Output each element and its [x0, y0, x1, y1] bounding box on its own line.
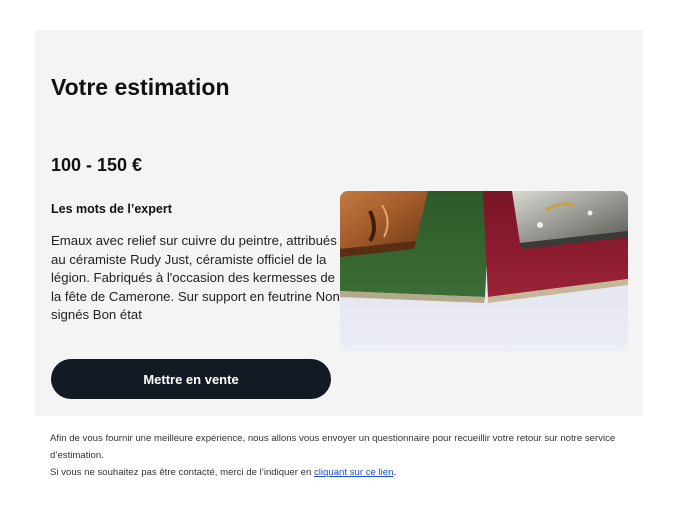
- estimation-card: Votre estimation 100 - 150 € Les mots de…: [35, 30, 643, 416]
- footer-optout-prefix: Si vous ne souhaitez pas être contacté, …: [50, 467, 314, 478]
- footer-optout-suffix: .: [393, 467, 397, 478]
- sell-button[interactable]: Mettre en vente: [51, 359, 331, 399]
- expert-heading: Les mots de l’expert: [51, 202, 172, 216]
- footer-optout-text: Si vous ne souhaitez pas être contacté, …: [50, 464, 645, 481]
- footer-survey-text: Afin de vous fournir une meilleure expér…: [50, 433, 616, 461]
- footer-notice: Afin de vous fournir une meilleure expér…: [50, 430, 645, 481]
- price-range: 100 - 150 €: [51, 155, 143, 175]
- expert-description: Emaux avec relief sur cuivre du peintre,…: [51, 233, 340, 323]
- item-photo: [340, 191, 628, 351]
- optout-link[interactable]: cliquant sur ce lien: [314, 467, 393, 478]
- page-title: Votre estimation: [51, 74, 230, 100]
